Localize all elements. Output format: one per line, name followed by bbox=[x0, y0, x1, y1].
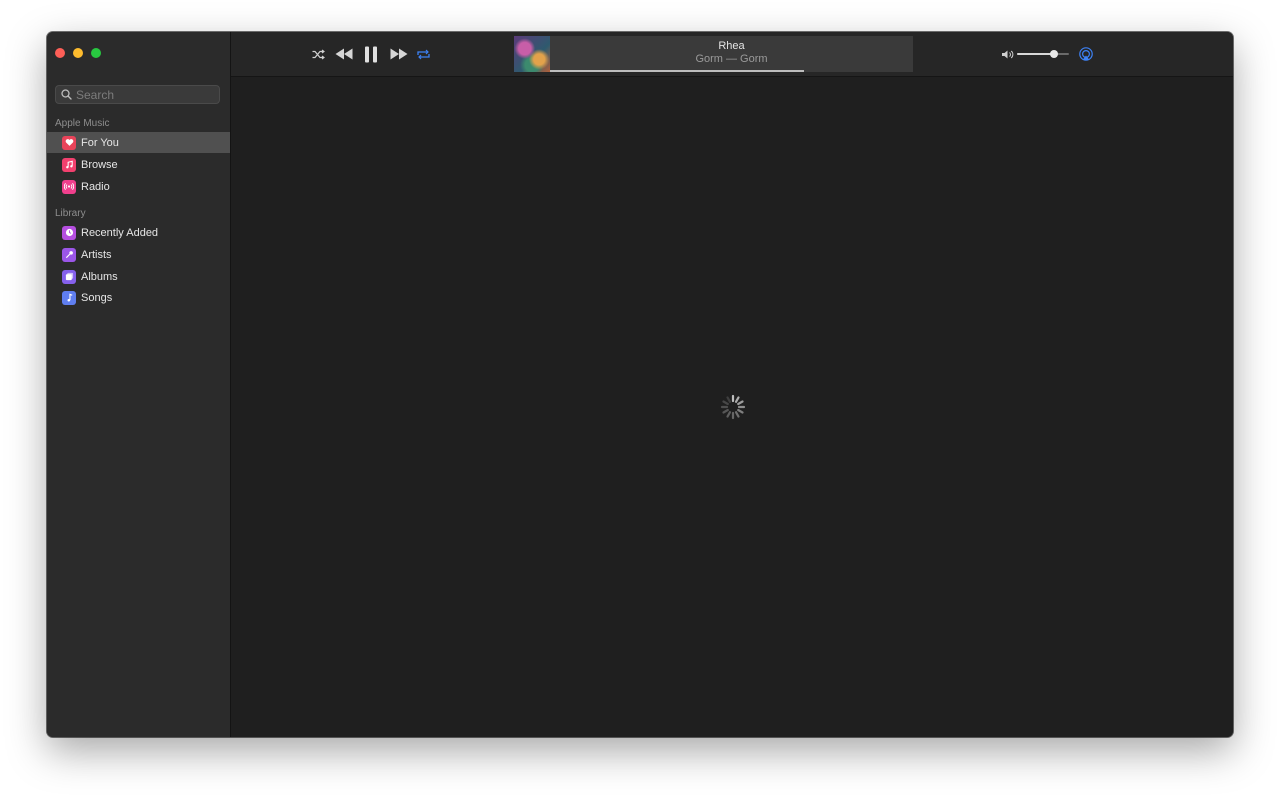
album-icon bbox=[62, 269, 76, 284]
microphone-icon bbox=[62, 247, 76, 262]
repeat-icon bbox=[416, 49, 430, 59]
sidebar-item-label: Browse bbox=[81, 158, 118, 171]
music-app-window: Apple Music For You Browse Radio Library… bbox=[47, 32, 1233, 737]
track-artist-album: Gorm — Gorm bbox=[695, 53, 768, 65]
pause-button[interactable] bbox=[363, 45, 379, 63]
sidebar-item-artists[interactable]: Artists bbox=[47, 244, 230, 265]
window-controls bbox=[55, 48, 101, 58]
volume-slider-fill bbox=[1017, 53, 1055, 55]
shuffle-icon bbox=[312, 49, 325, 59]
pause-icon bbox=[365, 46, 377, 62]
next-track-button[interactable] bbox=[389, 47, 409, 61]
volume-button[interactable] bbox=[1000, 47, 1014, 61]
album-artwork[interactable] bbox=[514, 36, 550, 72]
sidebar-item-songs[interactable]: Songs bbox=[47, 287, 230, 308]
sidebar-item-browse[interactable]: Browse bbox=[47, 154, 230, 175]
rewind-icon bbox=[335, 48, 353, 60]
close-window-button[interactable] bbox=[55, 48, 65, 58]
sidebar: Apple Music For You Browse Radio Library… bbox=[47, 32, 231, 737]
sidebar-item-label: Radio bbox=[81, 180, 110, 193]
section-label-apple-music: Apple Music bbox=[55, 118, 110, 129]
now-playing-display[interactable]: Rhea Gorm — Gorm bbox=[514, 36, 913, 72]
music-note-icon bbox=[62, 157, 76, 172]
player-toolbar: Rhea Gorm — Gorm bbox=[231, 32, 1233, 77]
repeat-button[interactable] bbox=[416, 47, 430, 61]
airplay-button[interactable] bbox=[1078, 46, 1094, 62]
loading-spinner-icon bbox=[720, 394, 746, 420]
now-playing-info: Rhea Gorm — Gorm bbox=[550, 36, 913, 72]
volume-slider[interactable] bbox=[1017, 50, 1069, 58]
sidebar-item-albums[interactable]: Albums bbox=[47, 266, 230, 287]
music-note-icon bbox=[62, 290, 76, 305]
radio-waves-icon bbox=[62, 179, 76, 194]
search-input[interactable] bbox=[76, 87, 206, 102]
main-content: Rhea Gorm — Gorm bbox=[231, 32, 1233, 737]
track-title: Rhea bbox=[718, 40, 745, 52]
sidebar-item-label: Songs bbox=[81, 291, 113, 304]
sidebar-item-label: Artists bbox=[81, 248, 112, 261]
heart-icon bbox=[62, 135, 76, 150]
maximize-window-button[interactable] bbox=[91, 48, 101, 58]
sidebar-item-radio[interactable]: Radio bbox=[47, 176, 230, 197]
sidebar-item-label: For You bbox=[81, 136, 119, 149]
sidebar-item-for-you[interactable]: For You bbox=[47, 132, 230, 153]
speaker-icon bbox=[1001, 50, 1013, 58]
fast-forward-icon bbox=[390, 48, 408, 60]
volume-slider-knob[interactable] bbox=[1050, 50, 1059, 58]
shuffle-button[interactable] bbox=[311, 47, 325, 61]
section-label-library: Library bbox=[55, 208, 86, 219]
minimize-window-button[interactable] bbox=[73, 48, 83, 58]
playback-progress-bar[interactable] bbox=[550, 70, 805, 72]
sidebar-item-label: Recently Added bbox=[81, 226, 159, 239]
clock-icon bbox=[62, 225, 76, 240]
sidebar-item-recently-added[interactable]: Recently Added bbox=[47, 222, 230, 243]
previous-track-button[interactable] bbox=[334, 47, 354, 61]
search-icon bbox=[61, 89, 72, 100]
airplay-icon bbox=[1079, 47, 1093, 61]
search-box[interactable] bbox=[55, 85, 220, 104]
sidebar-item-label: Albums bbox=[81, 270, 118, 283]
